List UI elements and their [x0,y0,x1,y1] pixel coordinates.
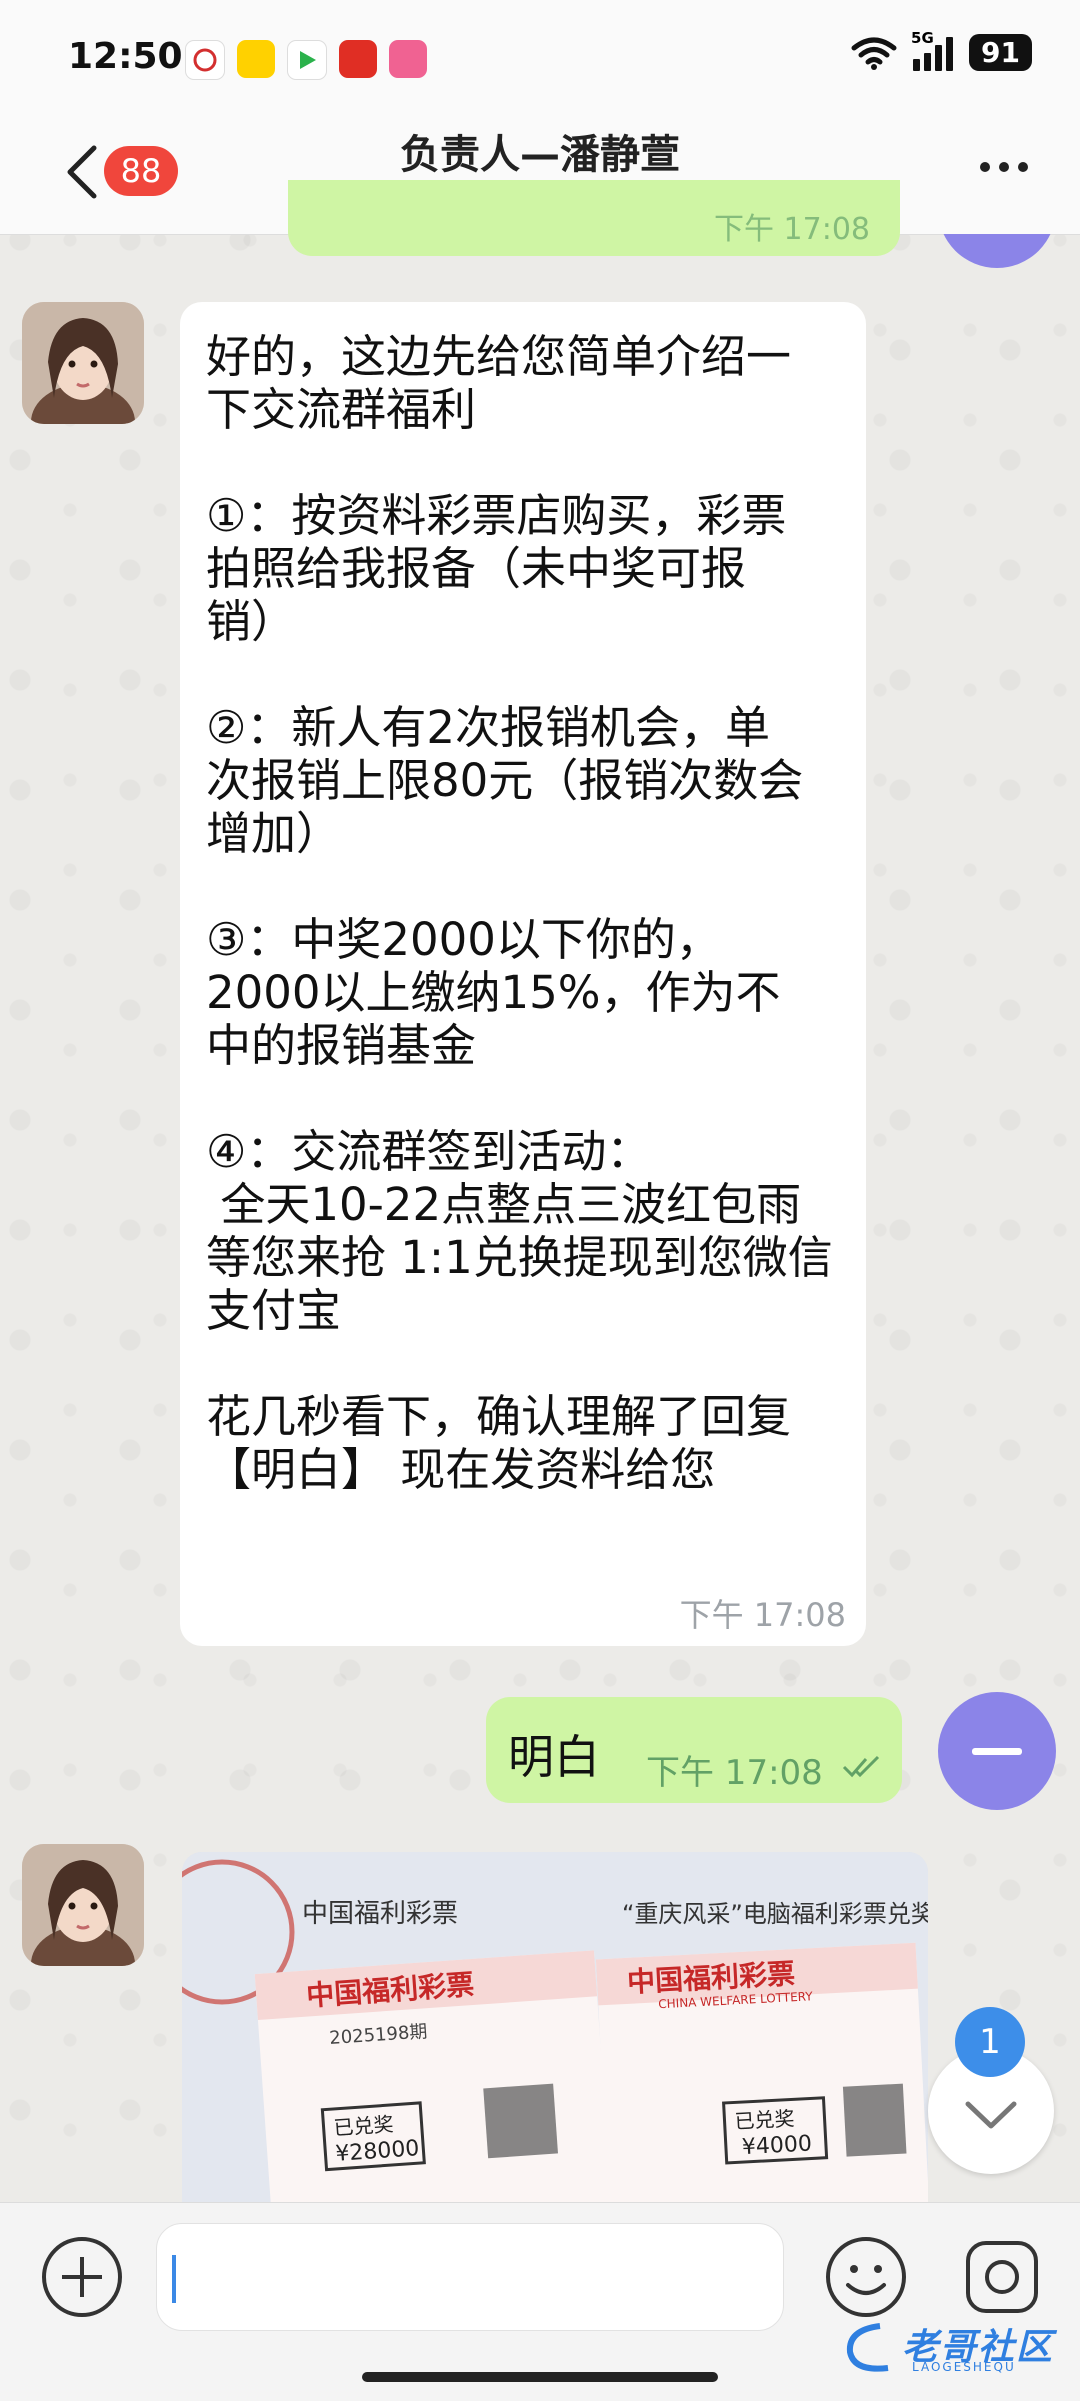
contact-avatar[interactable] [22,302,144,424]
ticket-stamp: 已兑奖 [734,2106,795,2133]
contact-avatar[interactable] [22,1844,144,1966]
system-indicators: 5G 91 [851,29,1032,71]
message-text: 明白 [508,1730,600,1784]
message-time: 下午 17:08 [646,1753,823,1793]
outgoing-message-bubble[interactable]: 明白 下午 17:08 [486,1697,902,1803]
cellular-signal-icon: 5G [911,29,954,71]
camera-icon[interactable] [964,2239,1040,2315]
ticket-stamp: 已兑奖 [333,2112,395,2140]
minus-icon [972,1748,1022,1755]
ticket-amount: ¥4000 [741,2131,812,2160]
message-time: 下午 17:08 [714,212,870,247]
pet-app-icon [389,40,427,78]
emoji-icon[interactable] [824,2235,908,2319]
plus-icon[interactable] [40,2235,124,2319]
incoming-message-bubble[interactable]: 好的，这边先给您简单介绍一 下交流群福利 ①：按资料彩票店购买，彩票 拍照给我报… [180,302,866,1646]
status-bar: 12:50 5G 91 [0,0,1080,110]
chat-title[interactable]: 负责人—潘静萱 [0,122,1080,180]
welfare-lottery-app-icon [185,40,225,80]
network-type: 5G [911,28,934,47]
image-header-left: 中国福利彩票 [302,1899,458,1929]
message-input[interactable] [156,2223,784,2331]
more-options-icon[interactable] [980,162,1028,172]
status-time: 12:50 [68,36,183,77]
meituan-app-icon [237,40,275,78]
battery-indicator: 91 [969,34,1032,71]
home-indicator[interactable] [362,2372,718,2382]
new-message-count-badge[interactable]: 1 [955,2007,1025,2077]
text-cursor [172,2255,176,2303]
notification-icons [185,40,427,80]
wifi-icon [851,37,897,70]
message-time: 下午 17:08 [679,1596,846,1634]
image-header-right: “重庆风采”电脑福利彩票兑奖签 [622,1900,928,1928]
message-text: 好的，这边先给您简单介绍一 下交流群福利 ①：按资料彩票店购买，彩票 拍照给我报… [206,330,833,1496]
video-app-icon [287,40,327,80]
read-receipt-icon [842,1755,880,1778]
pinduoduo-app-icon [339,40,377,78]
image-message[interactable]: 中国福利彩票 “重庆风采”电脑福利彩票兑奖签 中国福利彩票 2025198期 已… [182,1852,928,2202]
my-avatar[interactable] [938,1692,1056,1810]
previous-outgoing-bubble[interactable]: 下午 17:08 [288,180,900,256]
watermark-subtext: LAOGESHEQU [912,2360,1016,2374]
